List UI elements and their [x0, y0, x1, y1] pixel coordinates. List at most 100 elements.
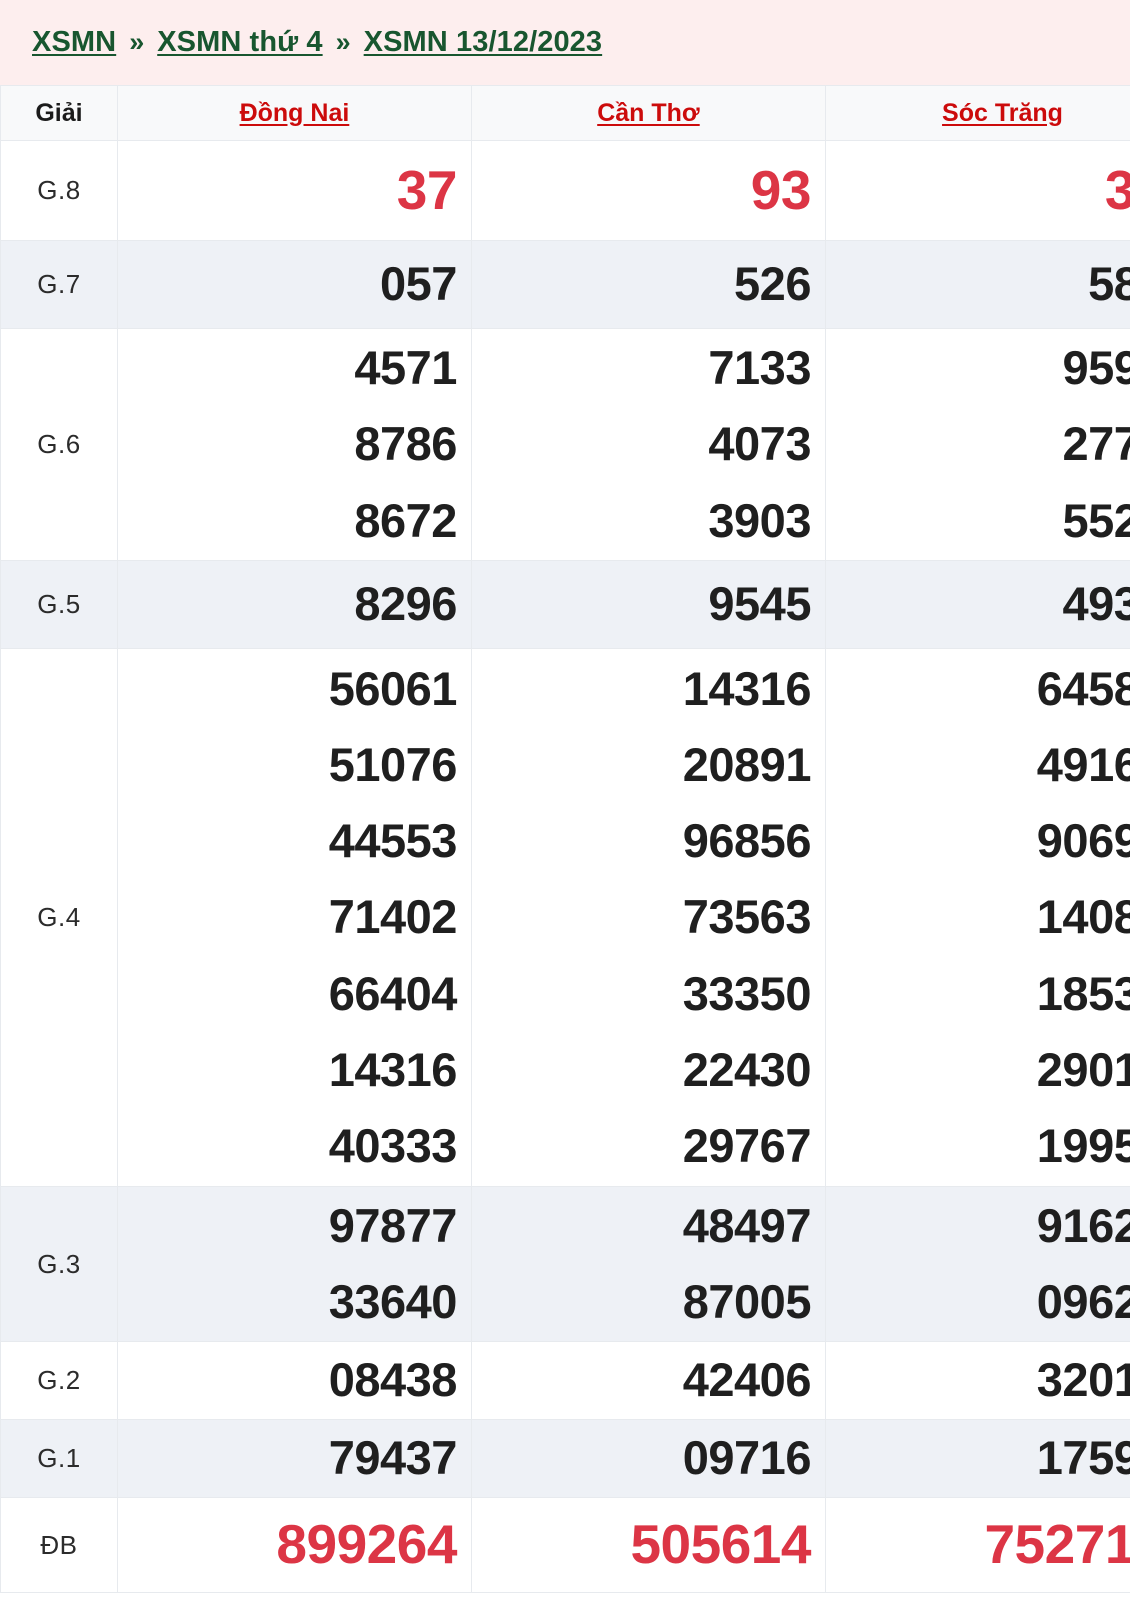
prize-number: 09716 [682, 1431, 812, 1485]
table-row-g6: G.6 4571 8786 8672 7133 4073 3903 9595 2778 5528 [0, 328, 1130, 561]
prize-label-g6: G.6 [0, 328, 118, 561]
prize-cell-db-col3: 752719 [824, 1497, 1130, 1593]
column-header-province-1: Đồng Nai [116, 85, 472, 141]
prize-number: 09627 [1036, 1275, 1130, 1328]
prize-number: 32015 [1036, 1353, 1130, 1407]
results-table-container: Giải Đồng Nai Cần Thơ Sóc Trăng G.8 37 93 3… [0, 85, 1130, 1593]
prize-cell-g6-col1: 4571 8786 8672 [116, 328, 472, 561]
prize-number: 8786 [354, 417, 457, 471]
table-row-g8: G.8 37 93 37 [0, 140, 1130, 241]
prize-number: 97877 [328, 1198, 458, 1252]
breadcrumb-separator-1: » [129, 27, 145, 57]
lottery-results-table: Giải Đồng Nai Cần Thơ Sóc Trăng G.8 37 93 3… [0, 85, 1130, 1593]
prize-number: 91625 [1036, 1198, 1130, 1252]
table-row-g1: G.1 79437 09716 17598 [0, 1419, 1130, 1498]
prize-cell-g6-col3: 9595 2778 5528 [824, 328, 1130, 561]
prize-number: 40333 [328, 1118, 458, 1172]
prize-cell-g5-col3: 4933 [824, 560, 1130, 649]
prize-label-g7: G.7 [0, 240, 118, 329]
prize-number: 899264 [276, 1513, 457, 1576]
breadcrumb-link-xsmn-thu-4[interactable]: XSMN thứ 4 [157, 26, 322, 59]
table-body: G.8379337G.7057526580G.64571878686727133… [0, 140, 1130, 1593]
prize-number: 505614 [630, 1513, 811, 1576]
prize-cell-g7-col2: 526 [470, 240, 826, 329]
table-row-g3: G.3 97877 33640 48497 87005 91625 09627 [0, 1186, 1130, 1342]
prize-cell-g1-col3: 17598 [824, 1419, 1130, 1498]
prize-number: 29767 [682, 1118, 812, 1172]
prize-number: 9595 [1062, 341, 1130, 395]
prize-number: 29010 [1036, 1042, 1130, 1096]
prize-number: 73563 [682, 890, 812, 944]
prize-number: 057 [380, 257, 457, 311]
prize-number: 18539 [1036, 966, 1130, 1020]
prize-number: 33640 [328, 1275, 458, 1328]
province-link-soc-trang[interactable]: Sóc Trăng [942, 99, 1063, 127]
prize-label-g8: G.8 [0, 140, 118, 241]
prize-cell-g2-col3: 32015 [824, 1341, 1130, 1420]
prize-number: 51076 [328, 738, 458, 792]
prize-cell-g4-col2: 14316 20891 96856 73563 33350 22430 29767 [470, 648, 826, 1187]
prize-number: 22430 [682, 1042, 812, 1096]
prize-number: 4933 [1062, 577, 1130, 631]
prize-number: 66404 [328, 966, 458, 1020]
province-link-can-tho[interactable]: Cần Thơ [597, 99, 700, 127]
prize-number: 20891 [682, 738, 812, 792]
prize-number: 42406 [682, 1353, 812, 1407]
prize-cell-g8-col1: 37 [116, 140, 472, 241]
prize-number: 96856 [682, 814, 812, 868]
prize-label-g2: G.2 [0, 1341, 118, 1420]
prize-number: 17598 [1036, 1431, 1130, 1485]
prize-number: 49160 [1036, 738, 1130, 792]
column-header-province-3: Sóc Trăng [824, 85, 1130, 141]
breadcrumb-separator-2: » [335, 27, 351, 57]
prize-cell-g6-col2: 7133 4073 3903 [470, 328, 826, 561]
table-row-g2: G.2 08438 42406 32015 [0, 1341, 1130, 1420]
prize-cell-g8-col3: 37 [824, 140, 1130, 241]
prize-number: 48497 [682, 1198, 812, 1252]
prize-number: 2778 [1062, 417, 1130, 471]
prize-number: 56061 [328, 662, 458, 716]
prize-number: 7133 [708, 341, 811, 395]
prize-number: 90692 [1036, 814, 1130, 868]
breadcrumb-link-xsmn-date[interactable]: XSMN 13/12/2023 [364, 26, 602, 59]
prize-number: 4073 [708, 417, 811, 471]
page-root: XSMN » XSMN thứ 4 » XSMN 13/12/2023 Giải… [0, 0, 1130, 1604]
column-header-province-2: Cần Thơ [470, 85, 826, 141]
prize-number: 44553 [328, 814, 458, 868]
prize-number: 580 [1088, 257, 1130, 311]
prize-number: 14316 [682, 662, 812, 716]
prize-number: 19955 [1036, 1118, 1130, 1172]
prize-number: 93 [750, 158, 812, 221]
prize-cell-g1-col1: 79437 [116, 1419, 472, 1498]
prize-number: 752719 [984, 1513, 1130, 1576]
column-header-prize: Giải [0, 85, 118, 141]
prize-cell-g7-col1: 057 [116, 240, 472, 329]
table-header-row: Giải Đồng Nai Cần Thơ Sóc Trăng [0, 85, 1130, 141]
table-header: Giải Đồng Nai Cần Thơ Sóc Trăng [0, 85, 1130, 141]
prize-cell-g2-col2: 42406 [470, 1341, 826, 1420]
prize-number: 526 [734, 257, 811, 311]
prize-number: 79437 [328, 1431, 458, 1485]
province-link-dong-nai[interactable]: Đồng Nai [240, 99, 350, 127]
prize-number: 8296 [354, 577, 457, 631]
prize-number: 14088 [1036, 890, 1130, 944]
prize-number: 4571 [354, 341, 457, 395]
prize-label-db: ĐB [0, 1497, 118, 1593]
prize-number: 8672 [354, 493, 457, 547]
prize-number: 37 [1104, 158, 1130, 221]
prize-label-g4: G.4 [0, 648, 118, 1187]
prize-number: 14316 [328, 1042, 458, 1096]
prize-cell-g8-col2: 93 [470, 140, 826, 241]
prize-cell-g3-col1: 97877 33640 [116, 1186, 472, 1342]
prize-cell-db-col2: 505614 [470, 1497, 826, 1593]
prize-cell-g7-col3: 580 [824, 240, 1130, 329]
prize-number: 3903 [708, 493, 811, 547]
prize-cell-g4-col1: 56061 51076 44553 71402 66404 14316 40333 [116, 648, 472, 1187]
prize-number: 5528 [1062, 493, 1130, 547]
prize-cell-g4-col3: 64586 49160 90692 14088 18539 29010 19955 [824, 648, 1130, 1187]
prize-label-g3: G.3 [0, 1186, 118, 1342]
prize-cell-g5-col1: 8296 [116, 560, 472, 649]
prize-cell-g2-col1: 08438 [116, 1341, 472, 1420]
table-row-g5: G.5 8296 9545 4933 [0, 560, 1130, 649]
breadcrumb-link-xsmn[interactable]: XSMN [32, 26, 116, 59]
